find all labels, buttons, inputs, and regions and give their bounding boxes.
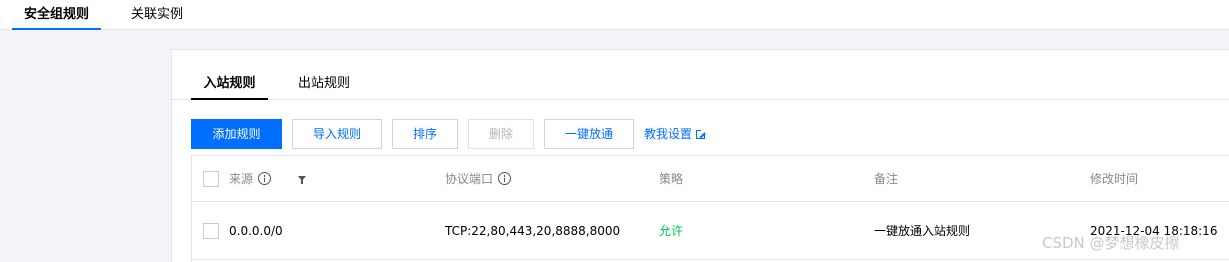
sort-button[interactable]: 排序 [392,119,458,149]
row-modified-time: 2021-12-04 18:18:16 [1090,223,1218,238]
header-remark: 备注 [874,172,899,186]
import-rules-button[interactable]: 导入规则 [292,119,382,149]
header-modified-time: 修改时间 [1090,172,1139,186]
header-source: 来源 [229,156,272,201]
filter-icon[interactable] [298,176,306,184]
one-click-open-button[interactable]: 一键放通 [544,119,634,149]
add-rule-button[interactable]: 添加规则 [191,119,282,149]
select-all-checkbox[interactable] [203,170,219,187]
header-protocol-port: 协议端口 [445,156,512,201]
delete-button[interactable]: 删除 [468,119,534,149]
external-link-icon [696,129,707,139]
direction-tab-bar: 入站规则 出站规则 [172,50,1229,100]
tab-security-group-rules[interactable]: 安全组规则 [12,0,101,30]
row-checkbox[interactable] [203,222,219,239]
row-source: 0.0.0.0/0 [229,223,283,238]
tab-outbound-rules[interactable]: 出站规则 [298,74,350,100]
help-setup-link[interactable]: 教我设置 [644,119,707,149]
header-policy: 策略 [659,172,684,186]
row-protocol-port: TCP:22,80,443,20,8888,8000 [445,223,621,238]
header-checkbox-cell [203,156,219,201]
tab-inbound-rules[interactable]: 入站规则 [191,74,268,100]
header-filter-cell [298,156,306,201]
top-tab-bar: 安全组规则 关联实例 [0,0,1229,30]
header-source-label: 来源 [229,172,254,186]
help-setup-label: 教我设置 [644,127,693,141]
tab-associated-instances[interactable]: 关联实例 [131,0,183,30]
header-protocol-port-label: 协议端口 [445,172,494,186]
table-row: 0.0.0.0/0 TCP:22,80,443,20,8888,8000 允许 … [192,202,1229,260]
row-checkbox-cell [203,202,219,259]
rules-panel: 入站规则 出站规则 添加规则 导入规则 排序 删除 一键放通 教我设置 来源 协… [171,49,1229,262]
info-icon[interactable] [498,172,512,185]
row-remark: 一键放通入站规则 [874,224,971,238]
table-header: 来源 协议端口 策略 备注 修改时间 [192,156,1229,202]
info-icon[interactable] [258,172,272,185]
row-policy: 允许 [659,224,684,238]
rules-table: 来源 协议端口 策略 备注 修改时间 0.0.0.0/0 TCP:22,80,4… [191,155,1229,262]
